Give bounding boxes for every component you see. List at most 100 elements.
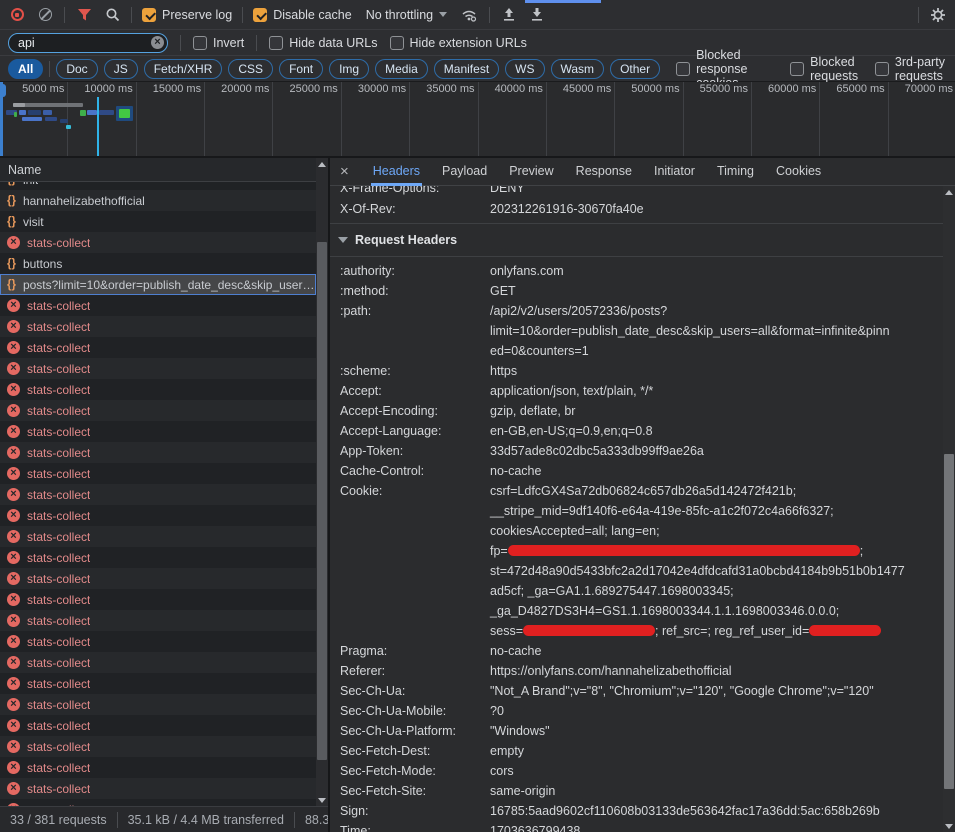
- disclosure-triangle-icon[interactable]: [338, 237, 348, 243]
- 3rd-party-requests-checkbox[interactable]: 3rd-party requests: [875, 55, 947, 83]
- header-name: Cache-Control:: [330, 461, 490, 481]
- checkbox-unchecked-icon[interactable]: [875, 62, 889, 76]
- request-row[interactable]: stats-collect: [0, 652, 316, 673]
- request-row[interactable]: stats-collect: [0, 568, 316, 589]
- filter-toggle-icon[interactable]: [75, 6, 93, 24]
- request-row[interactable]: stats-collect: [0, 505, 316, 526]
- checkbox-unchecked-icon[interactable]: [676, 62, 690, 76]
- request-row[interactable]: stats-collect: [0, 736, 316, 757]
- invert-checkbox[interactable]: Invert: [193, 36, 244, 50]
- filter-input[interactable]: [8, 33, 168, 53]
- scrollbar-thumb[interactable]: [317, 242, 327, 760]
- scroll-up-icon[interactable]: [943, 186, 955, 198]
- clear-filter-icon[interactable]: ×: [151, 36, 164, 49]
- header-value: 33d57ade8c02dbc5a333db99ff9ae26a: [490, 441, 943, 461]
- checkbox-checked-icon[interactable]: [142, 8, 156, 22]
- request-row[interactable]: stats-collect: [0, 547, 316, 568]
- checkbox-unchecked-icon[interactable]: [269, 36, 283, 50]
- request-row[interactable]: stats-collect: [0, 232, 316, 253]
- checkbox-checked-icon[interactable]: [253, 8, 267, 22]
- filter-pill-manifest[interactable]: Manifest: [434, 59, 499, 79]
- header-value-line: limit=10&order=publish_date_desc&skip_us…: [490, 321, 943, 341]
- request-row[interactable]: {}hannahelizabethofficial: [0, 190, 316, 211]
- request-row[interactable]: {}init: [0, 182, 316, 190]
- tab-cookies[interactable]: Cookies: [776, 158, 821, 186]
- name-column-header[interactable]: Name: [0, 158, 328, 182]
- filter-pill-doc[interactable]: Doc: [56, 59, 97, 79]
- request-list-scrollbar[interactable]: [316, 158, 328, 806]
- search-icon[interactable]: [103, 6, 121, 24]
- request-row[interactable]: stats-collect: [0, 589, 316, 610]
- filter-pill-fetch-xhr[interactable]: Fetch/XHR: [144, 59, 223, 79]
- import-har-icon[interactable]: [500, 6, 518, 24]
- filter-pill-all[interactable]: All: [8, 59, 43, 79]
- request-name: stats-collect: [27, 677, 90, 691]
- hide-extension-urls-checkbox[interactable]: Hide extension URLs: [390, 36, 527, 50]
- preserve-log-checkbox[interactable]: Preserve log: [142, 8, 232, 22]
- settings-gear-icon[interactable]: [929, 6, 947, 24]
- tab-initiator[interactable]: Initiator: [654, 158, 695, 186]
- timeline-tick-label: 40000 ms: [479, 83, 543, 95]
- tab-headers[interactable]: Headers: [373, 158, 420, 186]
- tab-preview[interactable]: Preview: [509, 158, 553, 186]
- scroll-down-icon[interactable]: [943, 820, 955, 832]
- request-row[interactable]: stats-collect: [0, 358, 316, 379]
- clear-button[interactable]: [36, 6, 54, 24]
- filter-pill-other[interactable]: Other: [610, 59, 660, 79]
- throttling-dropdown[interactable]: No throttling: [362, 6, 451, 24]
- filter-pill-img[interactable]: Img: [329, 59, 369, 79]
- error-icon: [7, 362, 20, 375]
- tab-response[interactable]: Response: [576, 158, 632, 186]
- request-row[interactable]: stats-collect: [0, 673, 316, 694]
- request-row[interactable]: stats-collect: [0, 694, 316, 715]
- filter-pill-font[interactable]: Font: [279, 59, 323, 79]
- error-icon: [7, 446, 20, 459]
- details-scrollbar[interactable]: [943, 186, 955, 832]
- request-row[interactable]: {}visit: [0, 211, 316, 232]
- checkbox-unchecked-icon[interactable]: [790, 62, 804, 76]
- request-row[interactable]: stats-collect: [0, 715, 316, 736]
- tab-payload[interactable]: Payload: [442, 158, 487, 186]
- tab-timing[interactable]: Timing: [717, 158, 754, 186]
- request-name: stats-collect: [27, 551, 90, 565]
- filter-pill-css[interactable]: CSS: [228, 59, 273, 79]
- overview-window-handle-nub[interactable]: [0, 84, 6, 97]
- request-row[interactable]: stats-collect: [0, 463, 316, 484]
- network-conditions-icon[interactable]: [461, 6, 479, 24]
- checkbox-unchecked-icon[interactable]: [390, 36, 404, 50]
- request-headers-section-header[interactable]: Request Headers: [330, 228, 943, 252]
- filter-pill-js[interactable]: JS: [104, 59, 138, 79]
- hide-data-urls-checkbox[interactable]: Hide data URLs: [269, 36, 377, 50]
- disable-cache-checkbox[interactable]: Disable cache: [253, 8, 352, 22]
- request-row[interactable]: stats-collect: [0, 337, 316, 358]
- timeline-tick-label: 10000 ms: [68, 83, 132, 95]
- blocked-requests-checkbox[interactable]: Blocked requests: [790, 55, 859, 83]
- request-row[interactable]: stats-collect: [0, 316, 316, 337]
- timeline-overview[interactable]: 5000 ms10000 ms15000 ms20000 ms25000 ms3…: [0, 82, 955, 158]
- export-har-icon[interactable]: [528, 6, 546, 24]
- filter-pill-wasm[interactable]: Wasm: [551, 59, 605, 79]
- filter-pill-media[interactable]: Media: [375, 59, 428, 79]
- request-row[interactable]: stats-collect: [0, 442, 316, 463]
- request-row[interactable]: stats-collect: [0, 526, 316, 547]
- close-icon[interactable]: ×: [340, 164, 349, 179]
- request-row[interactable]: stats-collect: [0, 484, 316, 505]
- request-row[interactable]: {}posts?limit=10&order=publish_date_desc…: [0, 274, 316, 295]
- request-row[interactable]: stats-collect: [0, 379, 316, 400]
- record-button[interactable]: [8, 6, 26, 24]
- request-row[interactable]: stats-collect: [0, 799, 316, 806]
- request-row[interactable]: stats-collect: [0, 757, 316, 778]
- request-row[interactable]: {}buttons: [0, 253, 316, 274]
- filter-pill-ws[interactable]: WS: [505, 59, 544, 79]
- request-row[interactable]: stats-collect: [0, 421, 316, 442]
- header-value: gzip, deflate, br: [490, 401, 943, 421]
- request-row[interactable]: stats-collect: [0, 400, 316, 421]
- scrollbar-thumb[interactable]: [944, 454, 954, 789]
- scroll-up-icon[interactable]: [316, 158, 328, 170]
- request-row[interactable]: stats-collect: [0, 295, 316, 316]
- request-row[interactable]: stats-collect: [0, 610, 316, 631]
- request-row[interactable]: stats-collect: [0, 631, 316, 652]
- request-row[interactable]: stats-collect: [0, 778, 316, 799]
- scroll-down-icon[interactable]: [316, 794, 328, 806]
- checkbox-unchecked-icon[interactable]: [193, 36, 207, 50]
